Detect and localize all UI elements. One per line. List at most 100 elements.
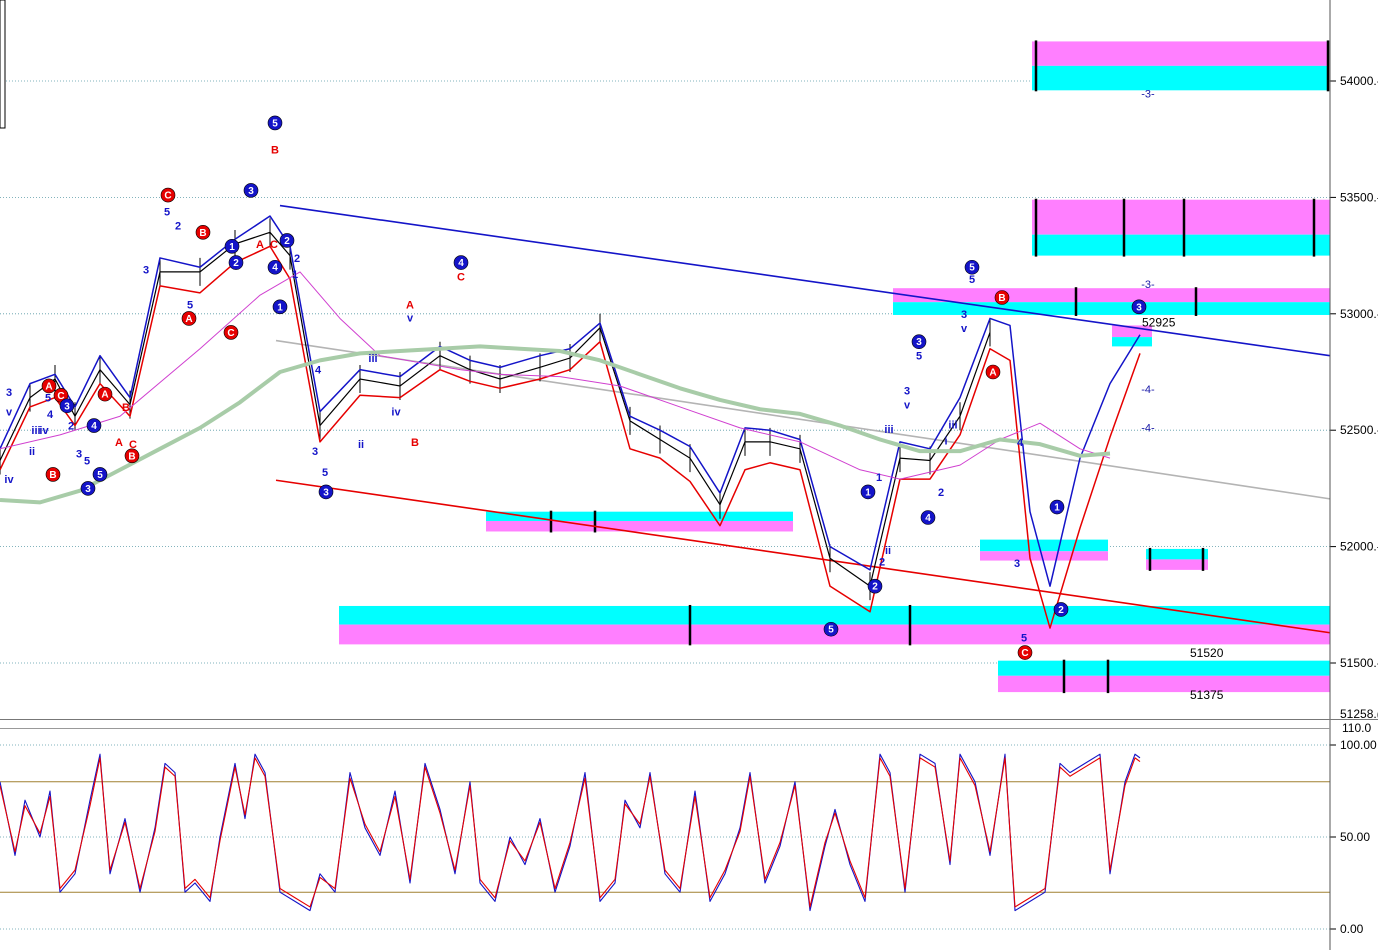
wave-label-text: 5 bbox=[45, 393, 51, 405]
price-tick-label: 52000.- bbox=[1340, 540, 1378, 554]
zone-lower-band bbox=[1112, 337, 1152, 347]
zone-lower-band bbox=[980, 551, 1108, 561]
wave-label-text: 2 bbox=[294, 253, 300, 265]
wave-label-text: 3 bbox=[76, 448, 82, 460]
wave-label-text: 2 bbox=[233, 258, 239, 269]
wave-label-text: 1 bbox=[229, 242, 235, 253]
wave-label-text: B bbox=[199, 228, 206, 239]
wave-label-text: 3 bbox=[312, 446, 318, 458]
legend-box bbox=[0, 0, 6, 129]
zone-lower-band bbox=[1032, 234, 1330, 256]
wave-label-text: 5 bbox=[187, 299, 193, 311]
wave-label-text: A bbox=[115, 437, 123, 449]
wave-label-text: B bbox=[271, 145, 279, 157]
wave-label-text: 3 bbox=[143, 265, 149, 277]
oscillator-top-label: 110.0 bbox=[1342, 721, 1371, 735]
wave-label-text: 3 bbox=[64, 401, 70, 412]
wave-label-text: A bbox=[256, 239, 264, 251]
wave-label-text: 1 bbox=[865, 487, 871, 498]
wave-label-text: 5 bbox=[828, 625, 834, 636]
zone-upper-band bbox=[998, 660, 1330, 676]
zone-upper-band bbox=[893, 288, 1330, 303]
wave-label-text: B bbox=[122, 402, 130, 414]
wave-label-text: 2 bbox=[68, 421, 74, 433]
wave-label-text: 1 bbox=[277, 302, 283, 313]
price-annotation: 52925 bbox=[1142, 316, 1176, 330]
zone-upper-band bbox=[1146, 548, 1208, 560]
zone-upper-band bbox=[339, 605, 1330, 625]
oscillator-tick-label: 50.00 bbox=[1340, 830, 1370, 844]
wave-label-text: v bbox=[961, 323, 968, 335]
zone-upper-band bbox=[1032, 199, 1330, 235]
wave-label-text: 1 bbox=[292, 269, 298, 281]
price-tick-label: 54000.- bbox=[1340, 74, 1378, 88]
wave-label-text: 5 bbox=[84, 455, 90, 467]
wave-label-text: 2 bbox=[879, 557, 885, 569]
wave-label-text: C bbox=[270, 239, 278, 251]
price-annotation: 51375 bbox=[1190, 688, 1224, 702]
fib-label: -3- bbox=[1141, 88, 1155, 100]
wave-label-text: iv bbox=[391, 407, 401, 419]
wave-label-text: iii bbox=[948, 419, 957, 431]
price-annotation: 51520 bbox=[1190, 646, 1224, 660]
wave-label-text: 4 bbox=[1017, 437, 1024, 449]
zone-upper-band bbox=[486, 511, 793, 521]
wave-label-text: 5 bbox=[916, 351, 922, 363]
wave-label-text: ii bbox=[29, 446, 35, 458]
price-tick-label: 53500.- bbox=[1340, 190, 1378, 204]
wave-label-text: A bbox=[101, 390, 108, 401]
wave-label-text: C bbox=[164, 191, 171, 202]
wave-label-text: 5 bbox=[97, 470, 103, 481]
wave-label-text: 3 bbox=[1014, 558, 1020, 570]
last-price-label: 51258.( bbox=[1340, 707, 1378, 721]
wave-label-text: C bbox=[457, 272, 465, 284]
wave-label-text: 1 bbox=[876, 472, 882, 484]
wave-label-text: A bbox=[45, 381, 52, 392]
wave-label-text: 5 bbox=[1021, 632, 1027, 644]
wave-label-text: A bbox=[185, 314, 192, 325]
wave-label-text: v bbox=[407, 312, 414, 324]
wave-label-text: ii bbox=[885, 545, 891, 557]
oscillator-tick-label: 100.00 bbox=[1340, 738, 1377, 752]
fib-label: -4- bbox=[1141, 384, 1155, 396]
wave-label-text: 2 bbox=[872, 582, 878, 593]
wave-label-text: 1 bbox=[1054, 503, 1060, 514]
wave-label-text: 5 bbox=[164, 206, 170, 218]
wave-label-text: 3 bbox=[323, 487, 329, 498]
wave-label-text: B bbox=[998, 293, 1005, 304]
zone-upper-band bbox=[980, 539, 1108, 552]
wave-label-text: C bbox=[1021, 648, 1028, 659]
price-tick-label: 51500.- bbox=[1340, 656, 1378, 670]
zone-lower-band bbox=[893, 302, 1330, 315]
wave-label-text: i bbox=[944, 436, 947, 448]
wave-label-text: v bbox=[6, 407, 13, 419]
wave-label-text: 2 bbox=[284, 236, 290, 247]
price-tick-label: 52500.- bbox=[1340, 423, 1378, 437]
wave-label-text: 2 bbox=[938, 487, 944, 499]
wave-label-text: 5 bbox=[272, 118, 278, 129]
wave-label-text: A bbox=[989, 368, 996, 379]
wave-label-text: 3 bbox=[961, 309, 967, 321]
wave-label-text: v bbox=[904, 400, 911, 412]
zone-lower-band bbox=[1146, 559, 1208, 570]
wave-label-text: iii bbox=[368, 353, 377, 365]
wave-label-text: 5 bbox=[322, 467, 328, 479]
wave-label-text: iii bbox=[884, 424, 893, 436]
wave-label-text: 3 bbox=[1136, 302, 1142, 313]
wave-label-text: 3 bbox=[85, 484, 91, 495]
wave-label-text: 5 bbox=[969, 274, 975, 286]
wave-label-text: 3 bbox=[904, 386, 910, 398]
wave-label-text: 5 bbox=[969, 263, 975, 274]
wave-label-text: ii bbox=[358, 439, 364, 451]
wave-label-text: 4 bbox=[315, 365, 322, 377]
wave-label-text: 4 bbox=[925, 513, 931, 524]
wave-label-text: 3 bbox=[916, 337, 922, 348]
fib-label: -3- bbox=[1141, 279, 1155, 291]
price-tick-label: 53000.- bbox=[1340, 307, 1378, 321]
wave-label-text: 4 bbox=[47, 409, 54, 421]
wave-label-text: 4 bbox=[91, 421, 97, 432]
wave-label-text: B bbox=[411, 437, 419, 449]
wave-label-text: 2 bbox=[1058, 605, 1064, 616]
zone-lower-band bbox=[998, 675, 1330, 693]
zone-upper-band bbox=[1032, 41, 1328, 66]
